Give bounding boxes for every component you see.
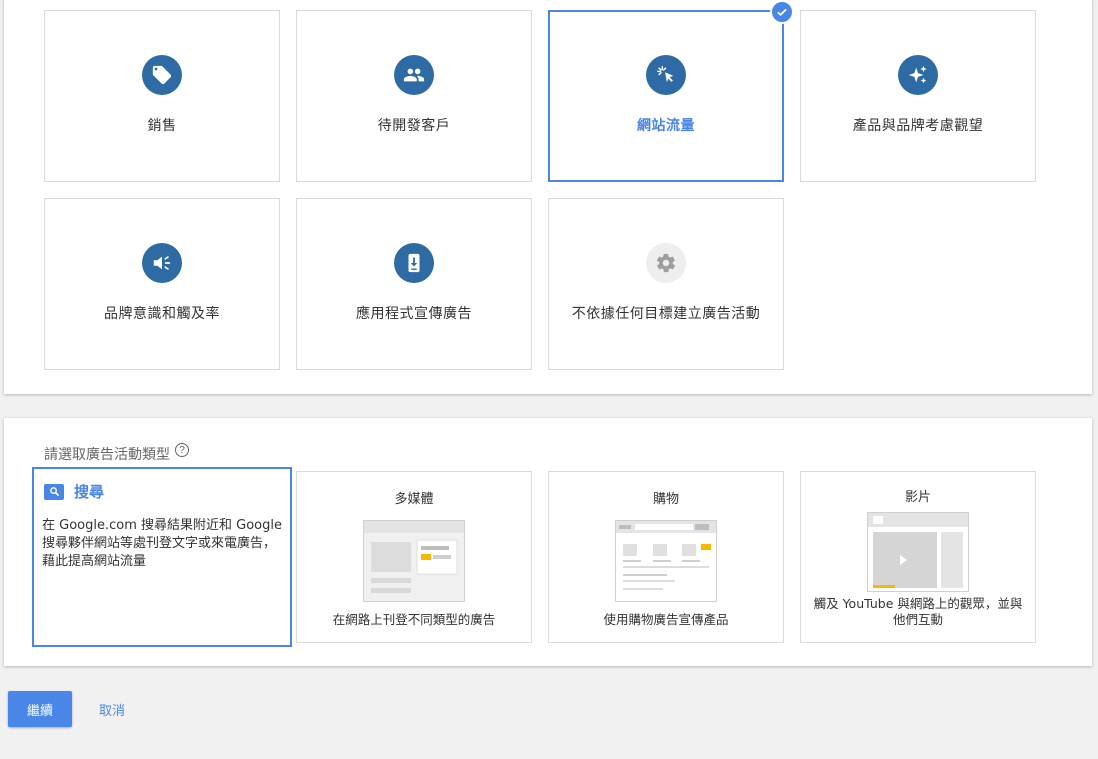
goal-label-no-goal: 不依據任何目標建立廣告活動	[571, 306, 761, 322]
video-illustration	[867, 512, 969, 592]
display-title: 多媒體	[394, 492, 434, 507]
goal-card-product-brand-consideration[interactable]: 產品與品牌考慮觀望	[800, 10, 1036, 182]
goal-card-leads[interactable]: 待開發客戶	[296, 10, 532, 182]
goal-selection-panel: 銷售 待開發客戶 網站流量 產品與品牌考慮觀望 品牌意識和觸及率 應用程式宣傳廣…	[4, 0, 1092, 394]
goal-label-leads: 待開發客戶	[377, 118, 451, 134]
shopping-title: 購物	[652, 492, 679, 507]
section-title: 請選取廣告活動類型	[44, 447, 170, 463]
search-icon	[44, 483, 64, 500]
check-icon	[770, 0, 794, 24]
people-icon	[394, 55, 434, 95]
search-description: 在 Google.com 搜尋結果附近和 Google 搜尋夥伴網站等處刊登文字…	[42, 518, 282, 569]
search-title: 搜尋	[74, 483, 105, 501]
goal-card-no-goal[interactable]: 不依據任何目標建立廣告活動	[548, 198, 784, 370]
gear-icon	[646, 243, 686, 283]
goal-label-product-brand-consideration: 產品與品牌考慮觀望	[852, 118, 984, 134]
campaign-type-display[interactable]: 多媒體 在網路上刊登不同類型的廣告	[296, 471, 532, 643]
cancel-button[interactable]: 取消	[88, 691, 136, 727]
display-illustration	[363, 520, 465, 602]
display-description: 在網路上刊登不同類型的廣告	[332, 612, 496, 627]
shopping-description: 使用購物廣告宣傳產品	[603, 612, 729, 627]
goal-label-brand-awareness-reach: 品牌意識和觸及率	[104, 306, 220, 322]
campaign-type-video[interactable]: 影片 觸及 YouTube 與網路上的觀眾，並與他們互動	[800, 471, 1036, 643]
tag-icon	[142, 55, 182, 95]
goal-label-app-promotion: 應用程式宣傳廣告	[356, 306, 472, 322]
goal-label-website-traffic: 網站流量	[637, 118, 695, 134]
video-title: 影片	[904, 490, 931, 505]
goal-card-brand-awareness-reach[interactable]: 品牌意識和觸及率	[44, 198, 280, 370]
campaign-type-search[interactable]: 搜尋 在 Google.com 搜尋結果附近和 Google 搜尋夥伴網站等處刊…	[32, 467, 292, 647]
sparkle-icon	[898, 55, 938, 95]
mobile-download-icon	[394, 243, 434, 283]
goal-card-sales[interactable]: 銷售	[44, 10, 280, 182]
video-description: 觸及 YouTube 與網路上的觀眾，並與他們互動	[813, 596, 1023, 627]
goal-card-app-promotion[interactable]: 應用程式宣傳廣告	[296, 198, 532, 370]
campaign-type-panel: 請選取廣告活動類型 ? 搜尋 在 Google.com 搜尋結果附近和 Goog…	[4, 418, 1092, 666]
shopping-illustration	[615, 520, 717, 602]
help-icon[interactable]: ?	[175, 443, 189, 457]
search-header: 搜尋	[44, 481, 104, 502]
goal-card-website-traffic[interactable]: 網站流量	[548, 0, 794, 182]
megaphone-icon	[142, 243, 182, 283]
cursor-click-icon	[646, 55, 686, 95]
continue-button[interactable]: 繼續	[8, 691, 72, 727]
campaign-type-shopping[interactable]: 購物 使用購物廣告宣傳產品	[548, 471, 784, 643]
goal-label-sales: 銷售	[147, 118, 177, 134]
